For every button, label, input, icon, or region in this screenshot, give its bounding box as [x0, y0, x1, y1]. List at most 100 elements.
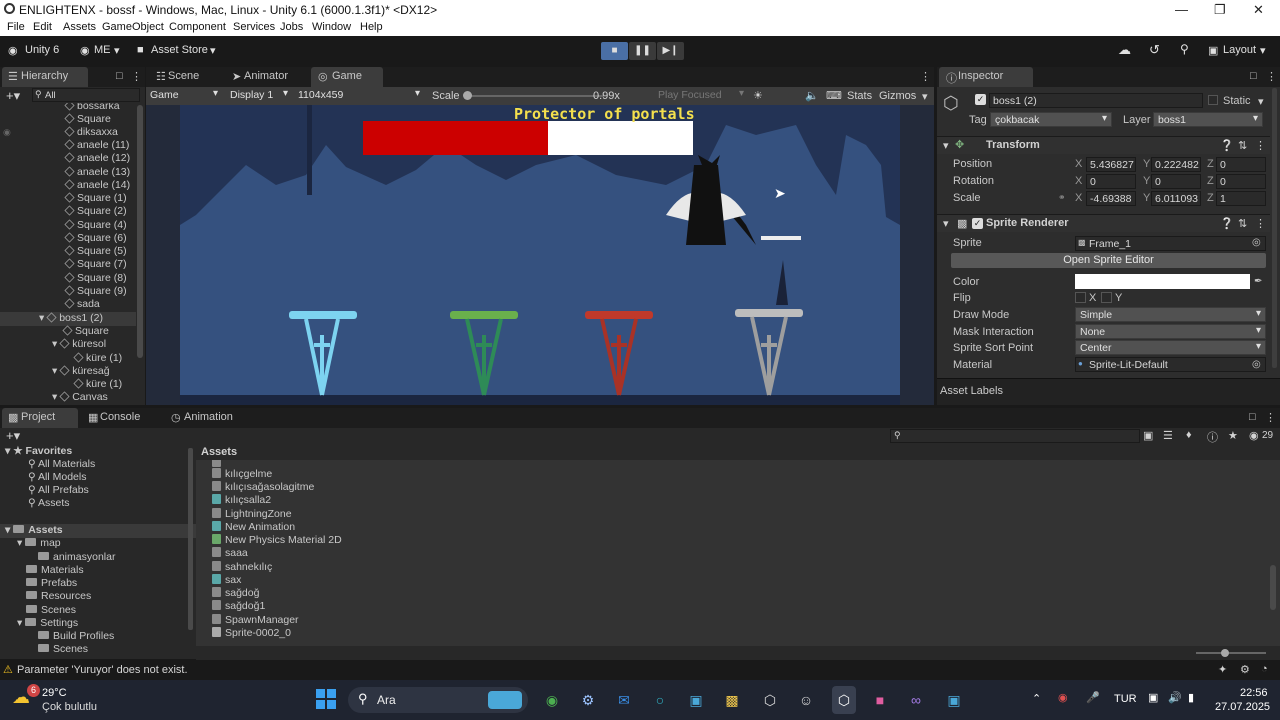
hierarchy-item[interactable]: bossarka: [64, 103, 120, 112]
maximize-icon[interactable]: ❐: [1214, 2, 1226, 18]
account-chevron-icon[interactable]: ▾: [114, 44, 120, 57]
tab-scene[interactable]: Scene: [168, 70, 199, 82]
collapse-arrow-icon[interactable]: ▾: [943, 139, 949, 152]
hierarchy-item[interactable]: Square (2): [64, 205, 127, 217]
menu-window[interactable]: Window: [312, 21, 351, 33]
hierarchy-item[interactable]: anaele (14): [64, 179, 130, 191]
more-icon[interactable]: ⋮: [131, 70, 142, 83]
language-indicator[interactable]: TUR: [1114, 693, 1137, 705]
close-icon[interactable]: ✕: [1253, 2, 1264, 18]
transform-header[interactable]: ▾ ✥ Transform ❔ ⇅ ⋮: [937, 136, 1270, 154]
flip-y-checkbox[interactable]: [1101, 292, 1112, 303]
active-checkbox[interactable]: ✓: [975, 94, 986, 105]
favorite-star-icon[interactable]: ★: [1228, 429, 1238, 442]
scale-z-field[interactable]: 1: [1216, 191, 1266, 206]
rotation-y-field[interactable]: 0: [1151, 174, 1201, 189]
clock-time[interactable]: 22:56: [1240, 687, 1268, 699]
mask-interaction-dropdown[interactable]: None: [1075, 324, 1266, 339]
progress-icon[interactable]: ◔: [1261, 663, 1268, 675]
folder-item[interactable]: ▾ map: [17, 537, 61, 549]
static-checkbox[interactable]: [1208, 95, 1218, 105]
asset-item[interactable]: LightningZone: [212, 508, 292, 520]
play-stop-button[interactable]: ■: [601, 42, 628, 60]
hierarchy-item[interactable]: ▾ küresol: [52, 338, 106, 350]
mute-audio-icon[interactable]: 🔈: [805, 89, 819, 102]
tab-animation[interactable]: Animation: [184, 411, 233, 423]
asset-item[interactable]: kılıçısağasolagitme: [212, 481, 314, 493]
steam-icon[interactable]: ⚙: [576, 686, 600, 714]
menu-edit[interactable]: Edit: [33, 21, 52, 33]
collapse-arrow-icon[interactable]: ▾: [17, 617, 25, 629]
sprite-renderer-header[interactable]: ▾ ▩ ✓ Sprite Renderer ❔ ⇅ ⋮: [937, 214, 1270, 232]
lock-icon[interactable]: □: [116, 70, 123, 82]
hierarchy-item[interactable]: Square (8): [64, 272, 127, 284]
help-icon[interactable]: ❔: [1220, 217, 1234, 230]
clock-date[interactable]: 27.07.2025: [1215, 701, 1270, 713]
menu-jobs[interactable]: Jobs: [280, 21, 303, 33]
edge-icon[interactable]: ○: [648, 686, 672, 714]
asset-item[interactable]: kılıçsalla2: [212, 494, 271, 506]
link-constrain-icon[interactable]: ⚭: [1058, 192, 1066, 203]
favorite-item[interactable]: ⚲ All Models: [28, 471, 86, 483]
gizmos-chevron-icon[interactable]: ▾: [922, 90, 928, 103]
folder-item[interactable]: ▾ Settings: [17, 617, 78, 629]
microphone-icon[interactable]: 🎤: [1086, 691, 1100, 704]
resolution-dropdown[interactable]: 1104x459: [294, 88, 424, 103]
folder-item[interactable]: Scenes: [26, 604, 76, 616]
filter-label-icon[interactable]: ♦: [1186, 429, 1192, 441]
display-dropdown[interactable]: Display 1: [226, 88, 292, 103]
unity-editor-icon[interactable]: ⬡: [832, 686, 856, 714]
more-icon[interactable]: ⋮: [1266, 70, 1277, 83]
game-mode-dropdown[interactable]: Game: [146, 88, 222, 103]
scale-y-field[interactable]: 6.011093: [1151, 191, 1201, 206]
play-focused-dropdown[interactable]: Play Focused: [654, 88, 748, 103]
color-swatch[interactable]: [1075, 274, 1250, 289]
volume-icon[interactable]: 🔊: [1168, 691, 1182, 704]
bug-icon[interactable]: ☀: [753, 89, 763, 102]
more-icon[interactable]: ⋮: [920, 70, 931, 83]
battery-icon[interactable]: ▮: [1188, 691, 1194, 704]
help-icon[interactable]: ❔: [1220, 139, 1234, 152]
history-icon[interactable]: ↺: [1149, 42, 1160, 58]
layout-chevron-icon[interactable]: ▾: [1260, 44, 1266, 57]
asset-item[interactable]: SpawnManager: [212, 614, 299, 626]
menu-help[interactable]: Help: [360, 21, 383, 33]
static-chevron-icon[interactable]: ▾: [1258, 95, 1264, 108]
rotation-x-field[interactable]: 0: [1086, 174, 1136, 189]
rotation-z-field[interactable]: 0: [1216, 174, 1266, 189]
collapse-arrow-icon[interactable]: ▾: [5, 524, 13, 536]
network-icon[interactable]: ⚙: [1240, 663, 1250, 676]
enabled-checkbox[interactable]: ✓: [972, 218, 983, 229]
asset-item[interactable]: saaa: [212, 547, 248, 559]
assets-root[interactable]: ▾ Assets: [5, 524, 63, 536]
step-button[interactable]: ▶❙: [657, 42, 684, 60]
menu-assets[interactable]: Assets: [63, 21, 96, 33]
stats-button[interactable]: Stats: [847, 90, 872, 102]
tray-chevron-icon[interactable]: ⌃: [1032, 692, 1041, 705]
hierarchy-item[interactable]: Square: [64, 113, 111, 125]
position-y-field[interactable]: 0.222482: [1151, 157, 1201, 172]
lock-icon[interactable]: □: [1249, 411, 1256, 423]
lock-icon[interactable]: □: [1250, 70, 1257, 82]
tab-console[interactable]: Console: [100, 411, 140, 423]
debug-icon[interactable]: ✦: [1218, 663, 1227, 676]
scale-slider[interactable]: [464, 95, 604, 97]
more-icon[interactable]: ⋮: [1255, 139, 1266, 152]
asset-item[interactable]: sahnekılıç: [212, 561, 272, 573]
object-picker-icon[interactable]: ◎: [1252, 359, 1261, 370]
material-field[interactable]: Sprite-Lit-Default: [1075, 357, 1266, 372]
minimize-icon[interactable]: —: [1175, 2, 1188, 17]
outlook-icon[interactable]: ✉: [612, 686, 636, 714]
menu-file[interactable]: File: [7, 21, 25, 33]
project-search-input[interactable]: [890, 429, 1140, 443]
discord-icon[interactable]: ☺: [794, 686, 818, 714]
pause-button[interactable]: ❚❚: [629, 42, 656, 60]
unity-hub-icon[interactable]: ⬡: [758, 686, 782, 714]
asset-breadcrumb[interactable]: Assets: [201, 446, 237, 458]
inspector-scrollbar[interactable]: [1272, 88, 1277, 368]
favorite-item[interactable]: ⚲ All Prefabs: [28, 484, 89, 496]
collapse-arrow-icon[interactable]: ▾: [943, 217, 949, 230]
asset-item[interactable]: kılıçgelme: [212, 468, 272, 480]
hierarchy-item[interactable]: Square (6): [64, 232, 127, 244]
collapse-arrow-icon[interactable]: ▾: [17, 537, 25, 549]
